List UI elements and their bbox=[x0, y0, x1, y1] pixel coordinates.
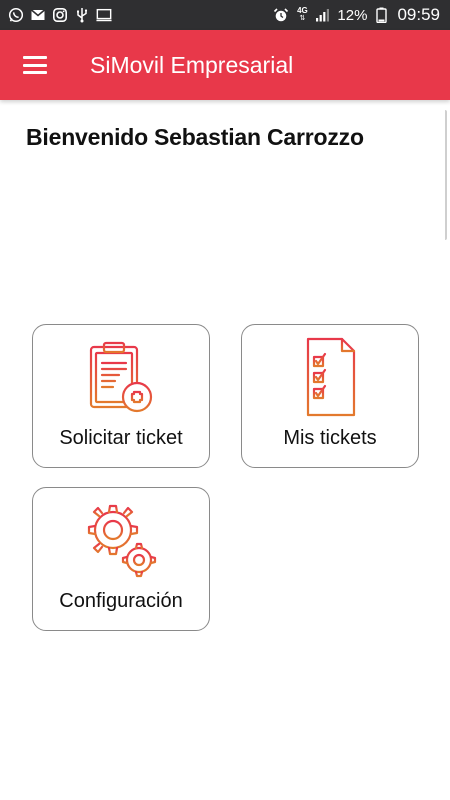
system-indicators: 4G ⇅ 12% 09:59 bbox=[273, 5, 440, 25]
menu-button[interactable] bbox=[0, 30, 70, 100]
notification-icons bbox=[8, 7, 112, 23]
network-type-label: 4G bbox=[297, 6, 308, 15]
status-bar: 4G ⇅ 12% 09:59 bbox=[0, 0, 450, 30]
scroll-indicator bbox=[443, 110, 447, 240]
tile-label: Solicitar ticket bbox=[59, 427, 183, 449]
welcome-greeting: Bienvenido bbox=[26, 124, 148, 150]
user-name: Sebastian Carrozzo bbox=[153, 124, 364, 150]
battery-icon bbox=[373, 7, 389, 23]
solicitar-ticket-tile[interactable]: Solicitar ticket bbox=[32, 324, 210, 468]
alarm-icon bbox=[273, 7, 289, 23]
clock: 09:59 bbox=[397, 5, 440, 24]
signal-icon bbox=[315, 7, 331, 23]
hamburger-menu-icon bbox=[23, 56, 47, 74]
gmail-icon bbox=[30, 7, 46, 23]
tile-label: Configuración bbox=[59, 590, 183, 612]
cast-icon bbox=[96, 7, 112, 23]
welcome-heading: Bienvenido Sebastian Carrozzo bbox=[26, 124, 426, 151]
usb-icon bbox=[74, 7, 90, 23]
configuracion-tile[interactable]: Configuración bbox=[32, 487, 210, 631]
checklist-icon bbox=[306, 337, 356, 417]
whatsapp-icon bbox=[8, 7, 24, 23]
battery-percentage: 12% bbox=[337, 6, 368, 24]
app-title: SiMovil Empresarial bbox=[90, 51, 294, 78]
clipboard-add-icon bbox=[89, 341, 153, 413]
tile-label: Mis tickets bbox=[283, 427, 377, 449]
mis-tickets-tile[interactable]: Mis tickets bbox=[241, 324, 419, 468]
gears-icon bbox=[87, 504, 157, 578]
4g-icon: 4G ⇅ bbox=[297, 6, 308, 23]
app-bar: SiMovil Empresarial bbox=[0, 30, 450, 100]
instagram-icon bbox=[52, 7, 68, 23]
